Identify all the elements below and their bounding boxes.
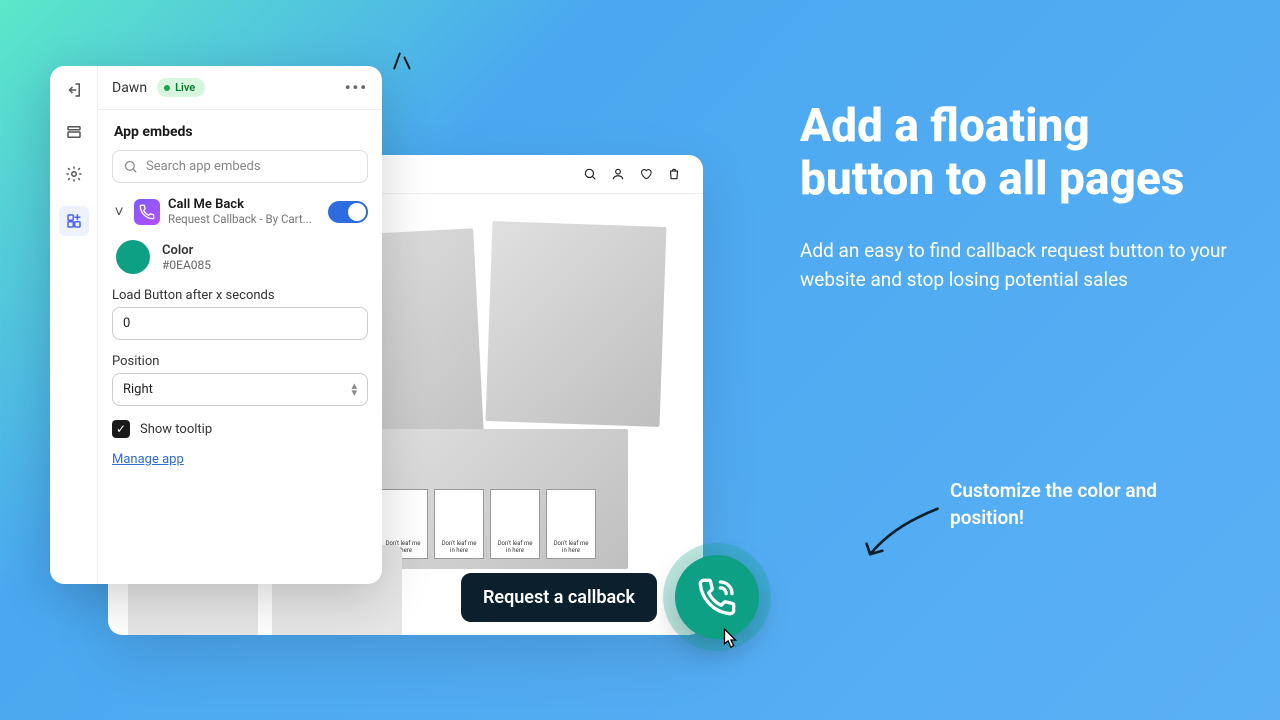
theme-editor-panel: Dawn Live ••• App embeds Search app embe… — [50, 66, 382, 584]
more-menu-icon[interactable]: ••• — [345, 78, 368, 97]
embed-subtitle: Request Callback - By Cart... — [168, 212, 320, 226]
position-label: Position — [112, 354, 368, 369]
color-swatch[interactable] — [116, 240, 150, 274]
manage-app-link[interactable]: Manage app — [112, 452, 368, 467]
product-box: Don't leaf me in here — [490, 489, 540, 559]
show-tooltip-checkbox[interactable]: ✓ — [112, 420, 130, 438]
search-icon[interactable] — [583, 167, 597, 181]
select-chevron-icon: ▴▾ — [351, 383, 357, 396]
product-box: Don't leaf me in here — [546, 489, 596, 559]
collage-image: Don't leaf me in here Don't leaf me in h… — [368, 429, 628, 569]
callback-fab[interactable] — [675, 555, 759, 639]
heart-icon[interactable] — [639, 167, 653, 181]
search-placeholder: Search app embeds — [146, 159, 261, 174]
sections-icon[interactable] — [64, 122, 84, 142]
embed-toggle[interactable] — [328, 201, 368, 223]
position-select[interactable]: Right ▴▾ — [112, 373, 368, 406]
load-delay-label: Load Button after x seconds — [112, 288, 368, 303]
marketing-copy: Add a floating button to all pages Add a… — [800, 100, 1230, 355]
position-value: Right — [123, 382, 153, 397]
section-title: App embeds — [98, 110, 382, 150]
headline: Add a floating button to all pages — [800, 100, 1230, 206]
app-icon — [134, 199, 160, 225]
subcopy: Add an easy to find callback request but… — [800, 236, 1230, 295]
account-icon[interactable] — [611, 167, 625, 181]
theme-name: Dawn — [112, 80, 147, 96]
chevron-down-icon[interactable]: ˅ — [112, 202, 126, 222]
load-delay-input[interactable] — [112, 307, 368, 340]
callout: Customize the color and position! — [950, 478, 1230, 531]
callback-tooltip: Request a callback — [461, 573, 657, 622]
color-label: Color — [162, 243, 211, 258]
search-icon — [123, 159, 138, 174]
sparkle-decoration — [388, 50, 418, 80]
bag-icon[interactable] — [667, 167, 681, 181]
show-tooltip-label: Show tooltip — [140, 422, 212, 437]
app-embeds-icon[interactable] — [59, 206, 89, 236]
gear-icon[interactable] — [64, 164, 84, 184]
search-input[interactable]: Search app embeds — [112, 150, 368, 183]
editor-rail — [50, 66, 98, 584]
exit-icon[interactable] — [64, 80, 84, 100]
product-box: Don't leaf me in here — [434, 489, 484, 559]
phone-icon — [697, 577, 737, 617]
arrow-annotation — [860, 500, 945, 570]
live-badge: Live — [157, 78, 205, 97]
color-hex: #0EA085 — [162, 258, 211, 272]
cursor-pointer-icon — [719, 627, 741, 653]
collage-image — [486, 221, 667, 427]
embed-name: Call Me Back — [168, 197, 320, 212]
